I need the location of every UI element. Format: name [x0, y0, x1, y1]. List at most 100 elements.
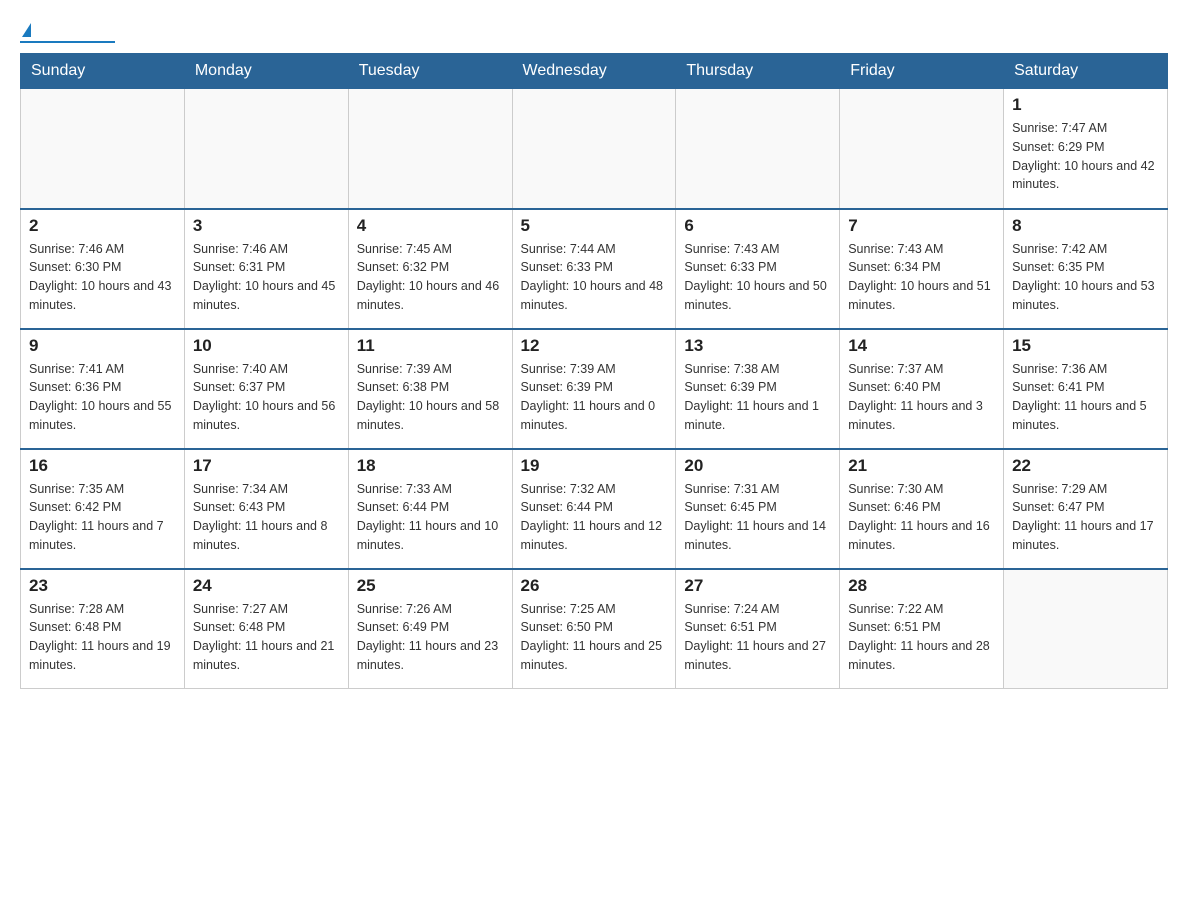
calendar-day-cell: 3 Sunrise: 7:46 AM Sunset: 6:31 PM Daylig…	[184, 209, 348, 329]
day-info: Sunrise: 7:34 AM Sunset: 6:43 PM Dayligh…	[193, 480, 340, 555]
day-info: Sunrise: 7:45 AM Sunset: 6:32 PM Dayligh…	[357, 240, 504, 315]
calendar-day-cell: 15 Sunrise: 7:36 AM Sunset: 6:41 PM Dayli…	[1004, 329, 1168, 449]
day-info: Sunrise: 7:27 AM Sunset: 6:48 PM Dayligh…	[193, 600, 340, 675]
day-info: Sunrise: 7:47 AM Sunset: 6:29 PM Dayligh…	[1012, 119, 1159, 194]
day-number: 20	[684, 456, 831, 476]
day-info: Sunrise: 7:46 AM Sunset: 6:30 PM Dayligh…	[29, 240, 176, 315]
day-info: Sunrise: 7:31 AM Sunset: 6:45 PM Dayligh…	[684, 480, 831, 555]
day-info: Sunrise: 7:43 AM Sunset: 6:34 PM Dayligh…	[848, 240, 995, 315]
calendar-day-cell: 18 Sunrise: 7:33 AM Sunset: 6:44 PM Dayli…	[348, 449, 512, 569]
day-info: Sunrise: 7:32 AM Sunset: 6:44 PM Dayligh…	[521, 480, 668, 555]
weekday-header-thursday: Thursday	[676, 54, 840, 89]
calendar-day-cell: 5 Sunrise: 7:44 AM Sunset: 6:33 PM Daylig…	[512, 209, 676, 329]
logo-triangle-icon	[22, 23, 31, 37]
day-info: Sunrise: 7:39 AM Sunset: 6:39 PM Dayligh…	[521, 360, 668, 435]
calendar-day-cell: 20 Sunrise: 7:31 AM Sunset: 6:45 PM Dayli…	[676, 449, 840, 569]
day-info: Sunrise: 7:24 AM Sunset: 6:51 PM Dayligh…	[684, 600, 831, 675]
day-info: Sunrise: 7:40 AM Sunset: 6:37 PM Dayligh…	[193, 360, 340, 435]
day-info: Sunrise: 7:44 AM Sunset: 6:33 PM Dayligh…	[521, 240, 668, 315]
day-number: 10	[193, 336, 340, 356]
day-info: Sunrise: 7:38 AM Sunset: 6:39 PM Dayligh…	[684, 360, 831, 435]
calendar-week-row: 2 Sunrise: 7:46 AM Sunset: 6:30 PM Daylig…	[21, 209, 1168, 329]
calendar-day-cell: 1 Sunrise: 7:47 AM Sunset: 6:29 PM Daylig…	[1004, 89, 1168, 209]
day-info: Sunrise: 7:33 AM Sunset: 6:44 PM Dayligh…	[357, 480, 504, 555]
calendar-table: SundayMondayTuesdayWednesdayThursdayFrid…	[20, 53, 1168, 689]
calendar-day-cell: 13 Sunrise: 7:38 AM Sunset: 6:39 PM Dayli…	[676, 329, 840, 449]
day-number: 1	[1012, 95, 1159, 115]
day-number: 12	[521, 336, 668, 356]
day-info: Sunrise: 7:35 AM Sunset: 6:42 PM Dayligh…	[29, 480, 176, 555]
calendar-day-cell: 25 Sunrise: 7:26 AM Sunset: 6:49 PM Dayli…	[348, 569, 512, 689]
calendar-day-cell: 27 Sunrise: 7:24 AM Sunset: 6:51 PM Dayli…	[676, 569, 840, 689]
day-info: Sunrise: 7:43 AM Sunset: 6:33 PM Dayligh…	[684, 240, 831, 315]
day-number: 25	[357, 576, 504, 596]
calendar-day-cell: 14 Sunrise: 7:37 AM Sunset: 6:40 PM Dayli…	[840, 329, 1004, 449]
calendar-day-cell	[348, 89, 512, 209]
calendar-week-row: 9 Sunrise: 7:41 AM Sunset: 6:36 PM Daylig…	[21, 329, 1168, 449]
calendar-day-cell: 6 Sunrise: 7:43 AM Sunset: 6:33 PM Daylig…	[676, 209, 840, 329]
calendar-day-cell	[1004, 569, 1168, 689]
calendar-day-cell: 28 Sunrise: 7:22 AM Sunset: 6:51 PM Dayli…	[840, 569, 1004, 689]
day-info: Sunrise: 7:26 AM Sunset: 6:49 PM Dayligh…	[357, 600, 504, 675]
day-number: 7	[848, 216, 995, 236]
calendar-day-cell: 12 Sunrise: 7:39 AM Sunset: 6:39 PM Dayli…	[512, 329, 676, 449]
day-number: 28	[848, 576, 995, 596]
weekday-header-sunday: Sunday	[21, 54, 185, 89]
calendar-day-cell	[184, 89, 348, 209]
day-info: Sunrise: 7:30 AM Sunset: 6:46 PM Dayligh…	[848, 480, 995, 555]
weekday-header-friday: Friday	[840, 54, 1004, 89]
day-number: 17	[193, 456, 340, 476]
calendar-day-cell: 10 Sunrise: 7:40 AM Sunset: 6:37 PM Dayli…	[184, 329, 348, 449]
calendar-week-row: 23 Sunrise: 7:28 AM Sunset: 6:48 PM Dayli…	[21, 569, 1168, 689]
weekday-header-tuesday: Tuesday	[348, 54, 512, 89]
day-number: 2	[29, 216, 176, 236]
calendar-day-cell: 7 Sunrise: 7:43 AM Sunset: 6:34 PM Daylig…	[840, 209, 1004, 329]
calendar-day-cell: 19 Sunrise: 7:32 AM Sunset: 6:44 PM Dayli…	[512, 449, 676, 569]
day-number: 18	[357, 456, 504, 476]
weekday-header-wednesday: Wednesday	[512, 54, 676, 89]
calendar-day-cell: 11 Sunrise: 7:39 AM Sunset: 6:38 PM Dayli…	[348, 329, 512, 449]
day-info: Sunrise: 7:46 AM Sunset: 6:31 PM Dayligh…	[193, 240, 340, 315]
day-number: 13	[684, 336, 831, 356]
day-number: 16	[29, 456, 176, 476]
day-number: 14	[848, 336, 995, 356]
day-number: 9	[29, 336, 176, 356]
calendar-day-cell: 17 Sunrise: 7:34 AM Sunset: 6:43 PM Dayli…	[184, 449, 348, 569]
day-info: Sunrise: 7:36 AM Sunset: 6:41 PM Dayligh…	[1012, 360, 1159, 435]
calendar-day-cell: 26Sunrise: 7:25 AM Sunset: 6:50 PM Dayli…	[512, 569, 676, 689]
weekday-header-saturday: Saturday	[1004, 54, 1168, 89]
day-number: 6	[684, 216, 831, 236]
day-info: Sunrise: 7:28 AM Sunset: 6:48 PM Dayligh…	[29, 600, 176, 675]
calendar-day-cell	[512, 89, 676, 209]
day-info: Sunrise: 7:22 AM Sunset: 6:51 PM Dayligh…	[848, 600, 995, 675]
calendar-week-row: 16 Sunrise: 7:35 AM Sunset: 6:42 PM Dayli…	[21, 449, 1168, 569]
day-number: 11	[357, 336, 504, 356]
weekday-header-monday: Monday	[184, 54, 348, 89]
calendar-day-cell: 23 Sunrise: 7:28 AM Sunset: 6:48 PM Dayli…	[21, 569, 185, 689]
calendar-day-cell: 8 Sunrise: 7:42 AM Sunset: 6:35 PM Daylig…	[1004, 209, 1168, 329]
calendar-day-cell: 2 Sunrise: 7:46 AM Sunset: 6:30 PM Daylig…	[21, 209, 185, 329]
day-number: 23	[29, 576, 176, 596]
calendar-day-cell: 4Sunrise: 7:45 AM Sunset: 6:32 PM Daylig…	[348, 209, 512, 329]
day-number: 8	[1012, 216, 1159, 236]
logo-underline	[20, 41, 115, 43]
page-header	[20, 20, 1168, 43]
day-number: 3	[193, 216, 340, 236]
calendar-header-row: SundayMondayTuesdayWednesdayThursdayFrid…	[21, 54, 1168, 89]
calendar-day-cell	[21, 89, 185, 209]
day-info: Sunrise: 7:37 AM Sunset: 6:40 PM Dayligh…	[848, 360, 995, 435]
calendar-day-cell	[676, 89, 840, 209]
day-number: 26	[521, 576, 668, 596]
day-number: 19	[521, 456, 668, 476]
day-info: Sunrise: 7:39 AM Sunset: 6:38 PM Dayligh…	[357, 360, 504, 435]
day-number: 24	[193, 576, 340, 596]
day-info: Sunrise: 7:41 AM Sunset: 6:36 PM Dayligh…	[29, 360, 176, 435]
day-number: 22	[1012, 456, 1159, 476]
calendar-day-cell: 9 Sunrise: 7:41 AM Sunset: 6:36 PM Daylig…	[21, 329, 185, 449]
day-number: 5	[521, 216, 668, 236]
calendar-day-cell	[840, 89, 1004, 209]
day-number: 15	[1012, 336, 1159, 356]
calendar-day-cell: 22Sunrise: 7:29 AM Sunset: 6:47 PM Dayli…	[1004, 449, 1168, 569]
day-info: Sunrise: 7:42 AM Sunset: 6:35 PM Dayligh…	[1012, 240, 1159, 315]
day-number: 27	[684, 576, 831, 596]
